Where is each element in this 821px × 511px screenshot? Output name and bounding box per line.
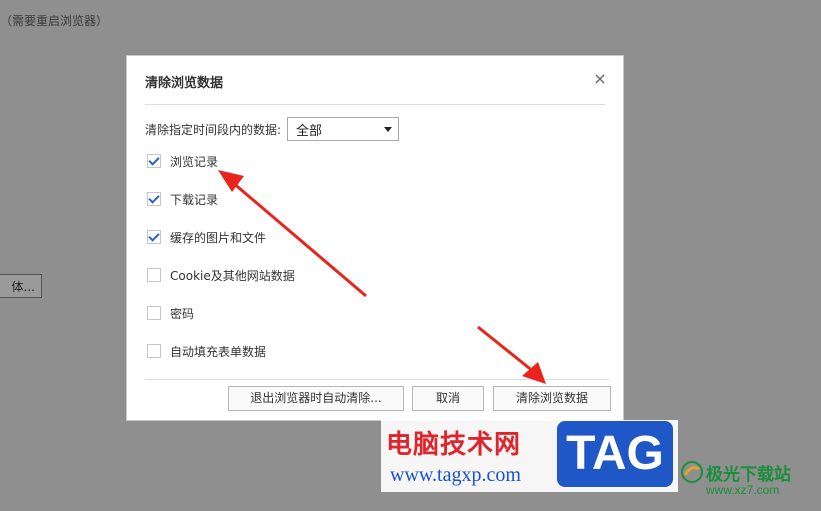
option-passwords[interactable]: 密码 [147, 304, 194, 322]
auto-clear-on-exit-button[interactable]: 退出浏览器时自动清除... [228, 386, 404, 411]
background-restart-note: （需要重启浏览器） [0, 14, 109, 28]
page: （需要重启浏览器） 体... 清除浏览数据 × 清除指定时间段内的数据: 全部 … [0, 0, 821, 511]
option-label: 浏览记录 [170, 154, 219, 169]
time-range-label: 清除指定时间段内的数据: [145, 122, 282, 137]
option-cached-files[interactable]: 缓存的图片和文件 [147, 228, 266, 246]
checkbox-download-history[interactable] [147, 192, 161, 206]
checkbox-browsing-history[interactable] [147, 154, 161, 168]
close-icon[interactable]: × [591, 70, 609, 88]
aurora-logo-icon [681, 461, 703, 483]
footer-divider [145, 379, 609, 380]
cancel-button[interactable]: 取消 [412, 386, 484, 411]
checkbox-cached-files[interactable] [147, 230, 161, 244]
checkbox-cookies[interactable] [147, 268, 161, 282]
background-settings-button[interactable]: 体... [0, 274, 42, 298]
option-label: 密码 [170, 306, 195, 321]
time-range-select[interactable]: 全部 [287, 117, 400, 141]
title-divider [145, 104, 605, 105]
dialog-title: 清除浏览数据 [145, 76, 224, 91]
option-cookies[interactable]: Cookie及其他网站数据 [147, 266, 295, 284]
option-label: 缓存的图片和文件 [170, 230, 267, 245]
clear-browsing-data-dialog: 清除浏览数据 × 清除指定时间段内的数据: 全部 浏览记录 下载记录 缓存的图片… [126, 55, 624, 421]
option-label: 自动填充表单数据 [170, 344, 267, 359]
dropdown-arrow-icon [384, 126, 393, 132]
watermark-site-url: www.tagxp.com [390, 464, 521, 486]
option-browsing-history[interactable]: 浏览记录 [147, 152, 218, 170]
time-range-selected-value: 全部 [296, 123, 323, 139]
watermark2-site-name: 极光下载站 [706, 465, 791, 485]
option-autofill[interactable]: 自动填充表单数据 [147, 342, 266, 360]
clear-browsing-data-button[interactable]: 清除浏览数据 [493, 386, 611, 411]
watermark-tag-logo: TAG [557, 421, 673, 487]
time-range-row: 清除指定时间段内的数据: 全部 [145, 116, 400, 142]
watermark-site-name: 电脑技术网 [386, 430, 522, 460]
checkbox-passwords[interactable] [147, 306, 161, 320]
option-label: Cookie及其他网站数据 [170, 268, 295, 283]
watermark2-site-url: www.xz7.com [706, 483, 780, 497]
option-label: 下载记录 [170, 192, 219, 207]
checkbox-autofill[interactable] [147, 344, 161, 358]
option-download-history[interactable]: 下载记录 [147, 190, 218, 208]
